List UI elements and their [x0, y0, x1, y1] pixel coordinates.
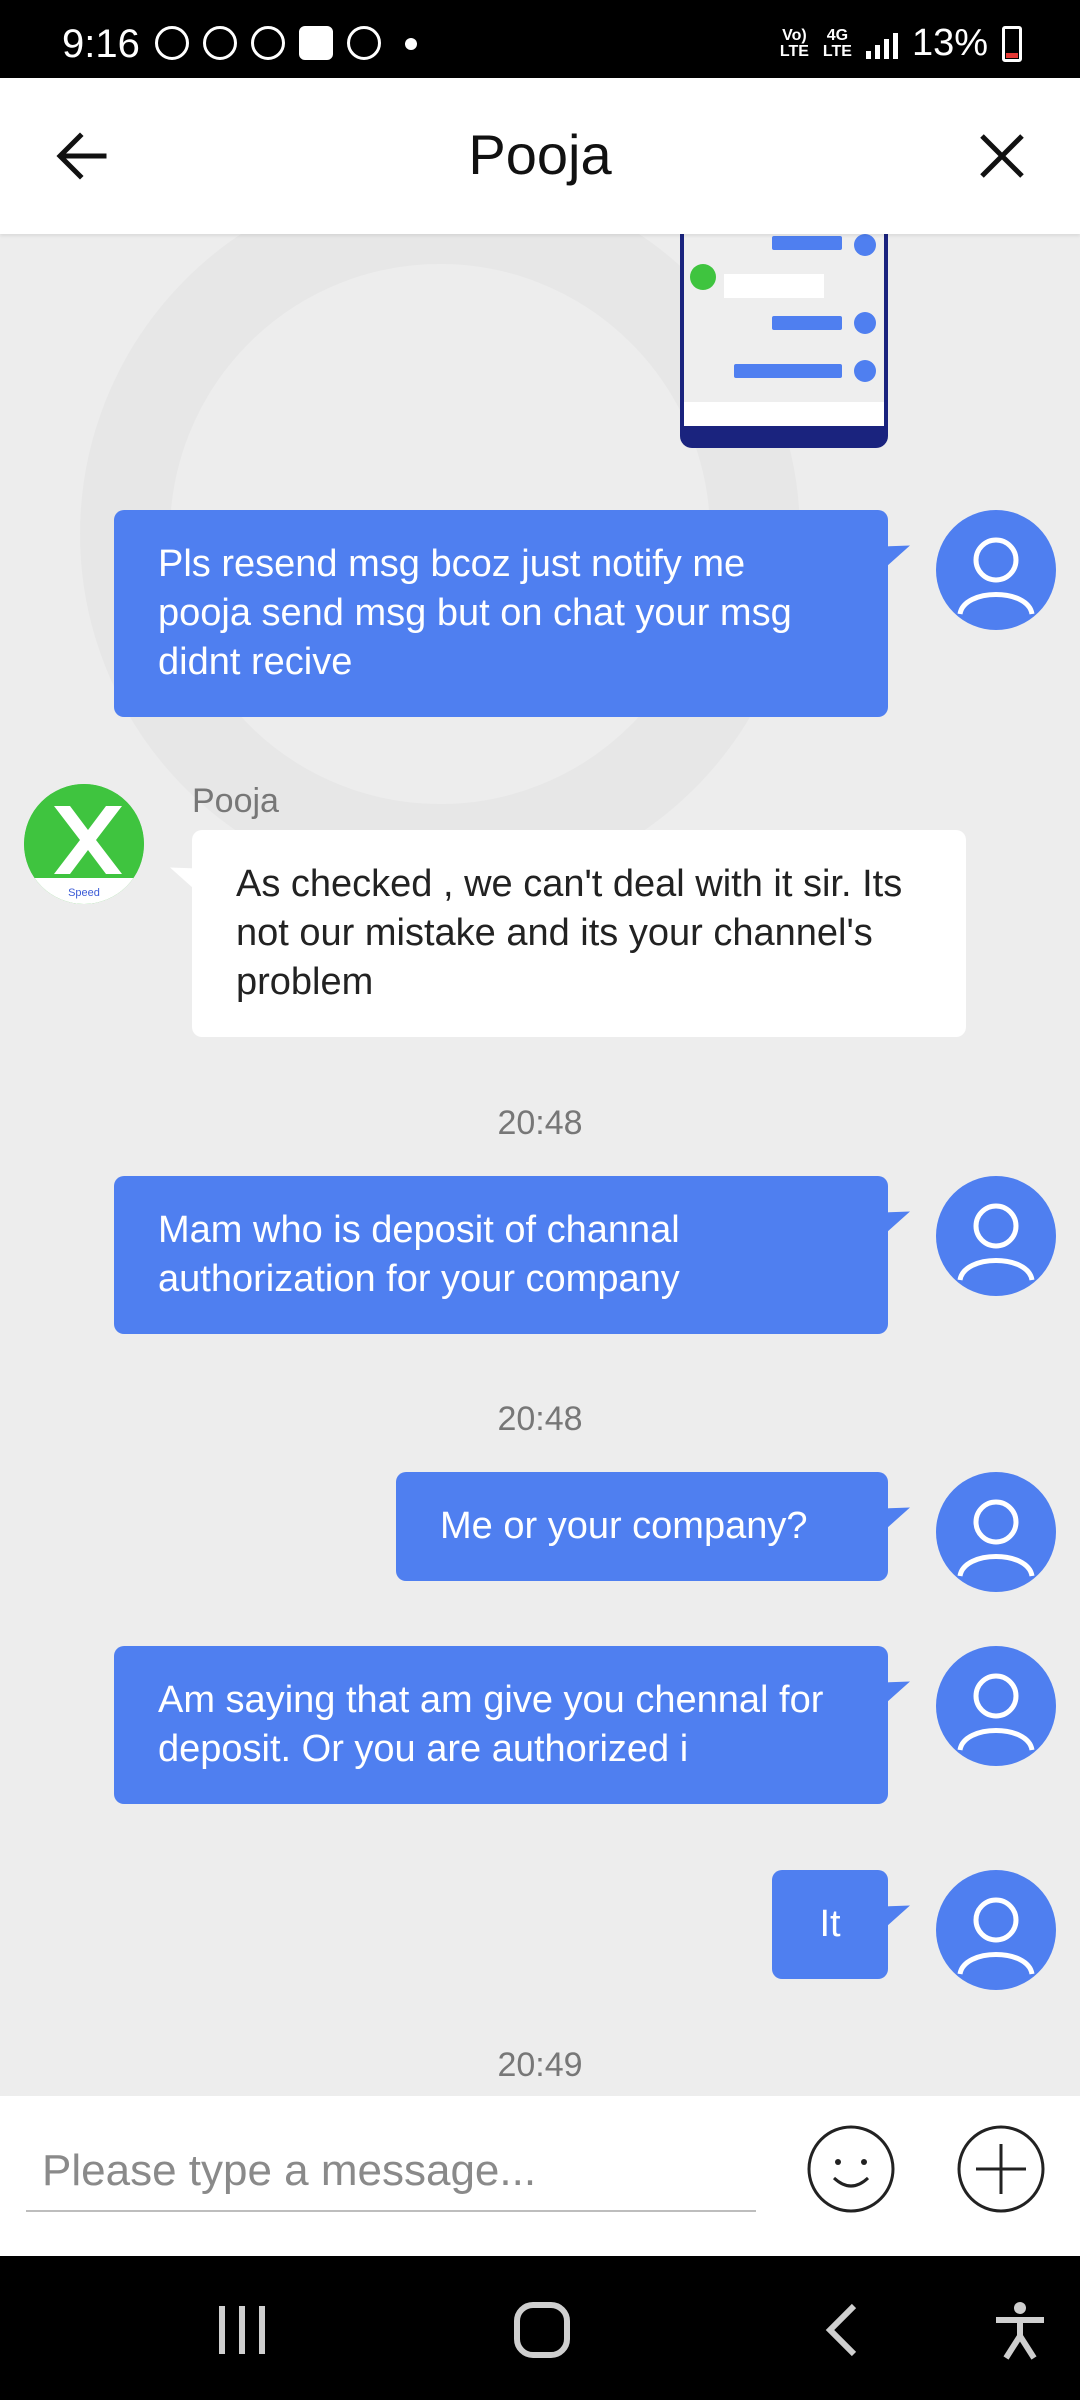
outgoing-message[interactable]: Mam who is deposit of channal authorizat…: [114, 1176, 888, 1334]
image-message-thumbnail[interactable]: [680, 234, 888, 448]
person-icon: [957, 1897, 1035, 1975]
emoji-button[interactable]: [806, 2124, 896, 2214]
person-icon: [957, 1499, 1035, 1577]
message-text: Pls resend msg bcoz just notify me pooja…: [158, 543, 792, 683]
message-text: Mam who is deposit of channal authorizat…: [158, 1209, 680, 1300]
timestamp: 20:48: [497, 1400, 583, 1438]
chat-header: Pooja: [0, 78, 1080, 234]
system-nav-bar: [0, 2256, 1080, 2400]
thumbnail-screen: [684, 234, 884, 426]
home-button[interactable]: [512, 2300, 572, 2360]
user-avatar[interactable]: [936, 1176, 1056, 1296]
message-text: It: [819, 1903, 841, 1945]
system-status: Vo) LTE 4G LTE 13%: [780, 22, 1022, 65]
outgoing-message[interactable]: Pls resend msg bcoz just notify me pooja…: [114, 510, 888, 717]
user-avatar[interactable]: [936, 510, 1056, 630]
person-icon: [957, 1203, 1035, 1281]
outgoing-message[interactable]: Am saying that am give you chennal for d…: [114, 1646, 888, 1804]
recents-icon: [219, 2306, 265, 2354]
message-input-bar: [0, 2096, 1080, 2256]
paytm-icon: [299, 26, 333, 60]
smiley-icon: [807, 2125, 895, 2213]
outgoing-message[interactable]: Me or your company?: [396, 1472, 888, 1581]
close-button[interactable]: [974, 128, 1030, 184]
user-avatar[interactable]: [936, 1646, 1056, 1766]
speed-logo-icon: Speed: [24, 784, 144, 904]
signal-icon: [865, 29, 898, 59]
volte-indicator: Vo) LTE: [779, 26, 809, 60]
notification-app-icon: [251, 26, 285, 60]
recents-button[interactable]: [212, 2300, 272, 2360]
battery-icon: [1002, 25, 1022, 62]
message-text: Am saying that am give you chennal for d…: [158, 1679, 824, 1770]
accessibility-icon: [996, 2302, 1044, 2360]
more-notifications-dot-icon: [405, 38, 417, 50]
sender-name: Pooja: [192, 782, 279, 820]
notification-app-icon: [203, 26, 237, 60]
nav-back-button[interactable]: [814, 2300, 874, 2360]
home-icon: [514, 2302, 570, 2358]
timestamp: 20:48: [497, 1104, 583, 1142]
battery-percent: 13%: [911, 22, 988, 64]
status-time: 9:16: [62, 22, 140, 66]
outgoing-message[interactable]: It: [772, 1870, 888, 1979]
agent-avatar[interactable]: Speed: [24, 784, 144, 904]
plus-icon: [957, 2125, 1045, 2213]
data-indicator: 4G LTE: [822, 26, 852, 60]
svg-text:Speed: Speed: [68, 887, 100, 899]
person-icon: [957, 537, 1035, 615]
close-icon: [980, 134, 1024, 178]
notification-icons: [155, 26, 417, 60]
user-avatar[interactable]: [936, 1870, 1056, 1990]
user-avatar[interactable]: [936, 1472, 1056, 1592]
status-bar: 9:16 Vo) LTE 4G LTE 13%: [0, 0, 1080, 78]
chat-area[interactable]: Pls resend msg bcoz just notify me pooja…: [0, 234, 1080, 2096]
incoming-message[interactable]: As checked , we can't deal with it sir. …: [192, 830, 966, 1037]
add-attachment-button[interactable]: [956, 2124, 1046, 2214]
person-icon: [957, 1673, 1035, 1751]
back-chevron-icon: [825, 2303, 857, 2357]
notification-app-icon: [347, 26, 381, 60]
whatsapp-icon: [155, 26, 189, 60]
message-text: As checked , we can't deal with it sir. …: [236, 863, 903, 1003]
message-text: Me or your company?: [440, 1505, 808, 1547]
page-title: Pooja: [468, 123, 612, 186]
accessibility-button[interactable]: [990, 2300, 1050, 2360]
timestamp: 20:49: [497, 2046, 583, 2084]
message-input[interactable]: [26, 2132, 756, 2212]
